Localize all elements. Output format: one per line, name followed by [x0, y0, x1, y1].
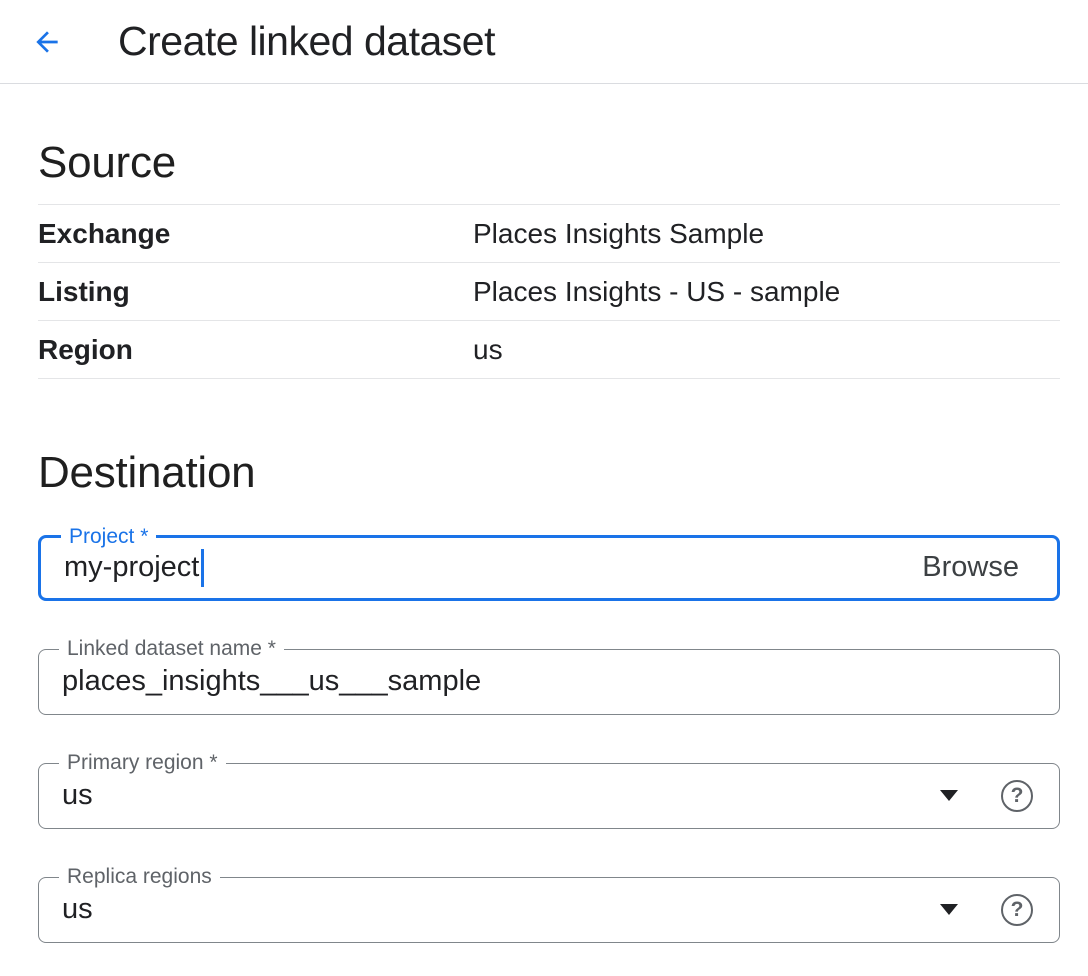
back-button[interactable] — [24, 19, 70, 65]
primary-region-field-label: Primary region * — [59, 748, 226, 778]
primary-region-field-value: us — [62, 779, 93, 812]
dataset-name-field-value: places_insights___us___sample — [62, 665, 481, 698]
replica-regions-field-label: Replica regions — [59, 862, 220, 892]
help-icon-primary-region[interactable]: ? — [1001, 780, 1033, 812]
exchange-value: Places Insights Sample — [473, 218, 764, 250]
caret-down-icon[interactable] — [940, 790, 958, 801]
source-heading: Source — [38, 139, 1060, 187]
header: Create linked dataset — [0, 0, 1088, 84]
main-content: Source Exchange Places Insights Sample L… — [0, 139, 1088, 943]
help-icon-replica-regions[interactable]: ? — [1001, 894, 1033, 926]
caret-down-icon[interactable] — [940, 904, 958, 915]
browse-button[interactable]: Browse — [922, 551, 1019, 584]
region-value: us — [473, 334, 503, 366]
dataset-name-field-label: Linked dataset name * — [59, 634, 284, 664]
project-field-label: Project * — [61, 522, 156, 552]
listing-label: Listing — [38, 276, 473, 308]
page-title: Create linked dataset — [118, 18, 495, 65]
project-field-value: my-project — [64, 551, 199, 584]
listing-value: Places Insights - US - sample — [473, 276, 840, 308]
primary-region-select[interactable]: Primary region * us ? — [38, 763, 1060, 829]
text-cursor — [201, 549, 204, 587]
arrow-left-icon — [31, 26, 63, 58]
linked-dataset-name-input[interactable]: Linked dataset name * places_insights___… — [38, 649, 1060, 715]
table-row-exchange: Exchange Places Insights Sample — [38, 205, 1060, 263]
replica-regions-field-group: Replica regions us ? — [38, 877, 1060, 943]
replica-regions-field-value: us — [62, 893, 93, 926]
table-row-listing: Listing Places Insights - US - sample — [38, 263, 1060, 321]
primary-region-field-group: Primary region * us ? — [38, 763, 1060, 829]
project-input[interactable]: Project * my-project Browse — [38, 535, 1060, 601]
exchange-label: Exchange — [38, 218, 473, 250]
region-label: Region — [38, 334, 473, 366]
replica-regions-select[interactable]: Replica regions us ? — [38, 877, 1060, 943]
project-field-group: Project * my-project Browse — [38, 535, 1060, 601]
dataset-name-field-group: Linked dataset name * places_insights___… — [38, 649, 1060, 715]
destination-heading: Destination — [38, 449, 1060, 497]
table-row-region: Region us — [38, 321, 1060, 379]
source-table: Exchange Places Insights Sample Listing … — [38, 204, 1060, 379]
